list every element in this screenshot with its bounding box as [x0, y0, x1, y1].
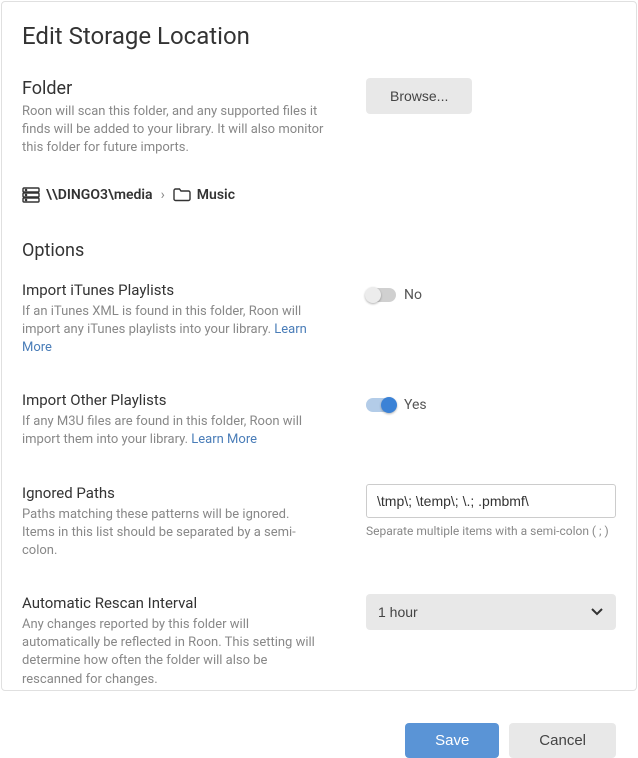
folder-heading: Folder: [22, 78, 366, 99]
import-itunes-toggle[interactable]: [366, 288, 396, 302]
import-other-learn-more-link[interactable]: Learn More: [191, 432, 257, 447]
import-itunes-state-label: No: [404, 287, 422, 303]
save-button[interactable]: Save: [405, 723, 499, 758]
network-path-label: \\DINGO3\media: [46, 187, 153, 203]
rescan-interval-option: Automatic Rescan Interval Any changes re…: [22, 594, 616, 689]
cancel-button[interactable]: Cancel: [509, 723, 616, 758]
edit-storage-dialog: Edit Storage Location Folder Roon will s…: [1, 1, 637, 691]
dialog-title: Edit Storage Location: [22, 22, 616, 50]
folder-section: Folder Roon will scan this folder, and a…: [22, 78, 616, 158]
folder-icon: [173, 187, 191, 202]
ignored-paths-description: Paths matching these patterns will be ig…: [22, 506, 322, 561]
rescan-interval-select[interactable]: 1 hour: [366, 594, 616, 630]
rescan-selected-label: 1 hour: [378, 604, 418, 620]
import-other-toggle[interactable]: [366, 398, 396, 412]
chevron-right-icon: ›: [159, 187, 167, 203]
ignored-paths-title: Ignored Paths: [22, 484, 366, 502]
dialog-footer: Save Cancel: [22, 723, 616, 758]
ignored-paths-option: Ignored Paths Paths matching these patte…: [22, 484, 616, 561]
rescan-description: Any changes reported by this folder will…: [22, 616, 322, 689]
rescan-title: Automatic Rescan Interval: [22, 594, 366, 612]
import-itunes-title: Import iTunes Playlists: [22, 281, 366, 299]
import-other-option: Import Other Playlists If any M3U files …: [22, 391, 616, 449]
browse-button[interactable]: Browse...: [366, 78, 472, 114]
ignored-paths-hint: Separate multiple items with a semi-colo…: [366, 524, 609, 538]
folder-name-label: Music: [197, 187, 235, 203]
import-other-title: Import Other Playlists: [22, 391, 366, 409]
folder-description: Roon will scan this folder, and any supp…: [22, 103, 332, 158]
import-itunes-option: Import iTunes Playlists If an iTunes XML…: [22, 281, 616, 358]
import-itunes-description: If an iTunes XML is found in this folder…: [22, 303, 322, 358]
ignored-paths-input[interactable]: [366, 484, 616, 518]
folder-path-breadcrumb: \\DINGO3\media › Music: [22, 186, 616, 204]
chevron-down-icon: [590, 605, 604, 619]
import-other-state-label: Yes: [404, 397, 427, 413]
import-other-description: If any M3U files are found in this folde…: [22, 413, 322, 449]
network-drive-icon: [22, 186, 40, 204]
options-heading: Options: [22, 240, 616, 261]
